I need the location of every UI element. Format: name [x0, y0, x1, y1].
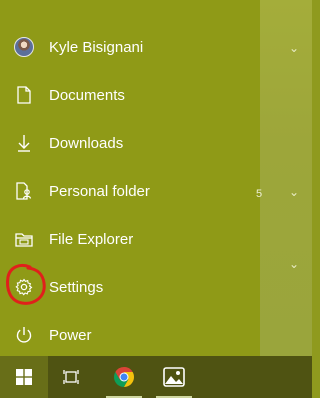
power-icon	[0, 311, 48, 359]
personal-folder-icon	[0, 167, 48, 215]
task-view-icon	[63, 370, 79, 384]
taskbar	[0, 356, 312, 398]
download-icon	[0, 119, 48, 167]
personal-folder-button[interactable]: Personal folder	[0, 167, 260, 215]
photos-taskbar-button[interactable]	[150, 356, 198, 398]
task-view-button[interactable]	[48, 356, 96, 398]
avatar	[0, 23, 48, 71]
power-label: Power	[49, 326, 92, 344]
user-name-label: Kyle Bisignani	[49, 38, 144, 56]
file-explorer-label: File Explorer	[49, 230, 134, 248]
personal-folder-label: Personal folder	[49, 182, 150, 200]
chevron-down-icon[interactable]: ⌄	[289, 42, 301, 54]
settings-label: Settings	[49, 278, 104, 296]
file-explorer-icon	[0, 215, 48, 263]
chevron-down-icon[interactable]: ⌄	[289, 186, 301, 198]
downloads-label: Downloads	[49, 134, 124, 152]
downloads-button[interactable]: Downloads	[0, 119, 260, 167]
start-menu-left-pane: Kyle Bisignani Documents Downloads Perso…	[0, 0, 260, 356]
chrome-icon	[114, 367, 134, 387]
chevron-down-icon[interactable]: ⌄	[289, 258, 301, 270]
documents-label: Documents	[49, 86, 125, 104]
partial-tile-text: 5	[256, 188, 263, 200]
file-explorer-button[interactable]: File Explorer	[0, 215, 260, 263]
document-icon	[0, 71, 48, 119]
settings-button[interactable]: Settings	[0, 263, 260, 311]
windows-start-icon	[16, 369, 32, 385]
start-button[interactable]	[0, 356, 48, 398]
chrome-taskbar-button[interactable]	[100, 356, 148, 398]
user-account-button[interactable]: Kyle Bisignani	[0, 23, 260, 71]
photos-icon	[163, 367, 185, 387]
power-button[interactable]: Power	[0, 311, 260, 359]
documents-button[interactable]: Documents	[0, 71, 260, 119]
gear-icon	[0, 263, 48, 311]
tiles-area: ⌄ 5 ⌄ ⌄	[256, 0, 312, 356]
